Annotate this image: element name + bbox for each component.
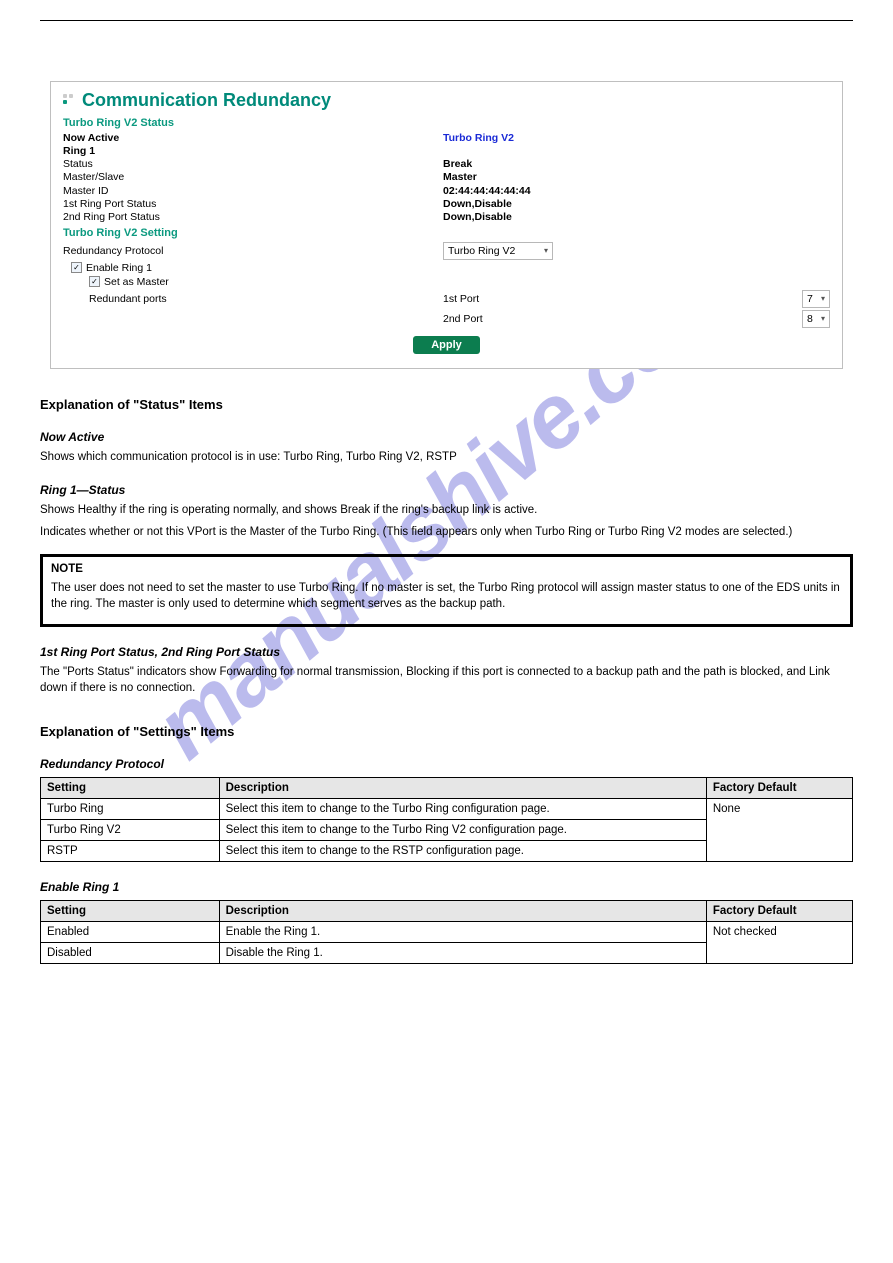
apply-button[interactable]: Apply — [413, 336, 480, 354]
t2-r1c1: Disable the Ring 1. — [219, 943, 706, 964]
status-status-label: Status — [63, 158, 443, 171]
panel-title: Communication Redundancy — [63, 90, 830, 111]
t2-r0c1: Enable the Ring 1. — [219, 922, 706, 943]
ring1-status-text2: Indicates whether or not this VPort is t… — [40, 525, 853, 541]
port-status-subhead: 1st Ring Port Status, 2nd Ring Port Stat… — [40, 645, 853, 659]
chevron-down-icon: ▾ — [821, 294, 825, 303]
config-panel: Communication Redundancy Turbo Ring V2 S… — [50, 81, 843, 369]
enable-ring1-checkbox[interactable]: ✓ — [71, 262, 82, 273]
panel-title-text: Communication Redundancy — [82, 90, 331, 111]
now-active-text: Shows which communication protocol is in… — [40, 450, 853, 466]
t1-h2: Factory Default — [706, 778, 852, 799]
chevron-down-icon: ▾ — [544, 246, 548, 255]
set-master-checkbox[interactable]: ✓ — [89, 276, 100, 287]
enable-ring1-label: Enable Ring 1 — [86, 262, 152, 274]
table-row: Enabled Enable the Ring 1. Not checked — [41, 922, 853, 943]
proto-subhead: Redundancy Protocol — [40, 757, 853, 771]
note-box: NOTE The user does not need to set the m… — [40, 554, 853, 627]
2nd-port-select[interactable]: 8 ▾ — [802, 310, 830, 328]
t1-r0c0: Turbo Ring — [41, 799, 220, 820]
t1-default: None — [706, 799, 852, 862]
t2-h1: Description — [219, 901, 706, 922]
t2-r0c0: Enabled — [41, 922, 220, 943]
t2-default: Not checked — [706, 922, 852, 964]
t1-r2c0: RSTP — [41, 841, 220, 862]
1st-port-value: 7 — [807, 293, 813, 305]
t1-h0: Setting — [41, 778, 220, 799]
t1-r0c1: Select this item to change to the Turbo … — [219, 799, 706, 820]
chevron-down-icon: ▾ — [821, 314, 825, 323]
er1-subhead: Enable Ring 1 — [40, 880, 853, 894]
status-section-head: Turbo Ring V2 Status — [63, 117, 830, 129]
protocol-label: Redundancy Protocol — [63, 245, 443, 257]
protocol-value: Turbo Ring V2 — [448, 245, 515, 257]
status-masterid-value: 02:44:44:44:44:44 — [443, 185, 830, 198]
top-rule — [40, 20, 853, 21]
set-master-label: Set as Master — [104, 276, 169, 288]
1st-port-label: 1st Port — [443, 293, 790, 305]
note-heading: NOTE — [51, 563, 842, 575]
t1-r2c1: Select this item to change to the RSTP c… — [219, 841, 706, 862]
note-text: The user does not need to set the master… — [51, 581, 842, 612]
enable-ring1-table: Setting Description Factory Default Enab… — [40, 900, 853, 964]
table-row: Turbo Ring Select this item to change to… — [41, 799, 853, 820]
redundant-ports-label: Redundant ports — [63, 293, 443, 305]
t1-r1c0: Turbo Ring V2 — [41, 820, 220, 841]
t2-h0: Setting — [41, 901, 220, 922]
dots-icon — [63, 94, 77, 108]
explain-settings-title: Explanation of "Settings" Items — [40, 724, 853, 739]
status-status-value: Break — [443, 158, 830, 171]
ring1-status-text1: Shows Healthy if the ring is operating n… — [40, 503, 853, 519]
1st-port-select[interactable]: 7 ▾ — [802, 290, 830, 308]
explain-status-title: Explanation of "Status" Items — [40, 397, 853, 412]
status-2ndport-value: Down,Disable — [443, 211, 830, 224]
now-active-label: Now Active — [63, 132, 443, 145]
status-masterslave-label: Master/Slave — [63, 171, 443, 184]
ring1-status-subhead: Ring 1—Status — [40, 483, 853, 497]
port-status-text: The "Ports Status" indicators show Forwa… — [40, 665, 853, 696]
t1-h1: Description — [219, 778, 706, 799]
protocol-select[interactable]: Turbo Ring V2 ▾ — [443, 242, 553, 260]
t2-h2: Factory Default — [706, 901, 852, 922]
protocol-table: Setting Description Factory Default Turb… — [40, 777, 853, 862]
t1-r1c1: Select this item to change to the Turbo … — [219, 820, 706, 841]
status-1stport-label: 1st Ring Port Status — [63, 198, 443, 211]
ring1-label: Ring 1 — [63, 145, 443, 158]
setting-section-head: Turbo Ring V2 Setting — [63, 227, 830, 239]
2nd-port-label: 2nd Port — [443, 313, 790, 325]
status-2ndport-label: 2nd Ring Port Status — [63, 211, 443, 224]
status-1stport-value: Down,Disable — [443, 198, 830, 211]
t2-r1c0: Disabled — [41, 943, 220, 964]
2nd-port-value: 8 — [807, 313, 813, 325]
now-active-subhead: Now Active — [40, 430, 853, 444]
now-active-value: Turbo Ring V2 — [443, 132, 830, 145]
status-masterslave-value: Master — [443, 171, 830, 184]
status-masterid-label: Master ID — [63, 185, 443, 198]
